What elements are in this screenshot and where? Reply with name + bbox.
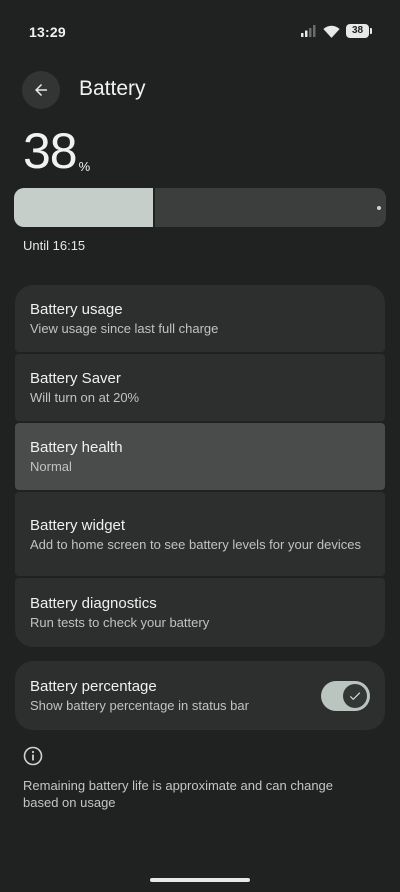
- home-indicator[interactable]: [150, 878, 250, 882]
- battery-widget-item[interactable]: Battery widget Add to home screen to see…: [15, 492, 385, 576]
- status-bar: 13:29 38: [0, 0, 400, 62]
- battery-status-level: 38: [346, 24, 369, 38]
- battery-level-bar: [14, 188, 386, 227]
- arrow-left-icon: [35, 84, 47, 96]
- battery-footnote: Remaining battery life is approximate an…: [23, 778, 334, 810]
- back-button[interactable]: [22, 71, 60, 109]
- item-title: Battery widget: [30, 516, 126, 534]
- item-subtitle: Add to home screen to see battery levels…: [30, 536, 361, 552]
- battery-level-bar-fill: [14, 188, 156, 227]
- info-icon: [23, 746, 43, 766]
- battery-tip: [370, 28, 372, 34]
- item-title: Battery usage: [30, 301, 123, 318]
- item-title: Battery Saver: [30, 370, 121, 387]
- battery-diagnostics-item[interactable]: Battery diagnostics Run tests to check y…: [15, 578, 385, 647]
- battery-percentage-switch[interactable]: [321, 680, 370, 711]
- battery-status-icon: 38: [346, 24, 372, 38]
- battery-saver-item[interactable]: Battery Saver Will turn on at 20%: [15, 354, 385, 421]
- wifi-icon: [323, 25, 340, 38]
- battery-estimate: Until 16:15: [23, 238, 86, 253]
- battery-level-unit: %: [78, 159, 91, 174]
- check-icon: [349, 691, 361, 700]
- battery-settings-screen: 13:29 38 Battery 38 % Until 16:15 Batter…: [0, 0, 400, 892]
- item-subtitle: Run tests to check your battery: [30, 615, 210, 630]
- battery-level: 38 %: [23, 124, 90, 178]
- item-subtitle: Will turn on at 20%: [30, 390, 140, 405]
- item-subtitle: View usage since last full charge: [30, 321, 219, 336]
- item-subtitle: Normal: [30, 459, 72, 474]
- status-icons: 38: [301, 24, 372, 38]
- status-time: 13:29: [29, 24, 66, 40]
- item-title: Battery diagnostics: [30, 595, 157, 612]
- battery-health-item[interactable]: Battery health Normal: [15, 423, 385, 490]
- battery-percentage-item[interactable]: Battery percentage Show battery percenta…: [15, 661, 385, 730]
- item-title: Battery percentage: [30, 678, 157, 695]
- battery-bar-end-dot: [377, 206, 381, 210]
- page-title: Battery: [79, 77, 146, 100]
- battery-percentage-text: Battery percentage Show battery percenta…: [30, 677, 249, 714]
- item-title: Battery health: [30, 439, 123, 456]
- battery-settings-list: Battery usage View usage since last full…: [15, 285, 385, 647]
- cellular-signal-icon: [301, 25, 316, 37]
- battery-usage-item[interactable]: Battery usage View usage since last full…: [15, 285, 385, 352]
- battery-level-value: 38: [23, 123, 78, 179]
- item-subtitle: Show battery percentage in status bar: [30, 698, 249, 713]
- switch-knob: [343, 683, 367, 708]
